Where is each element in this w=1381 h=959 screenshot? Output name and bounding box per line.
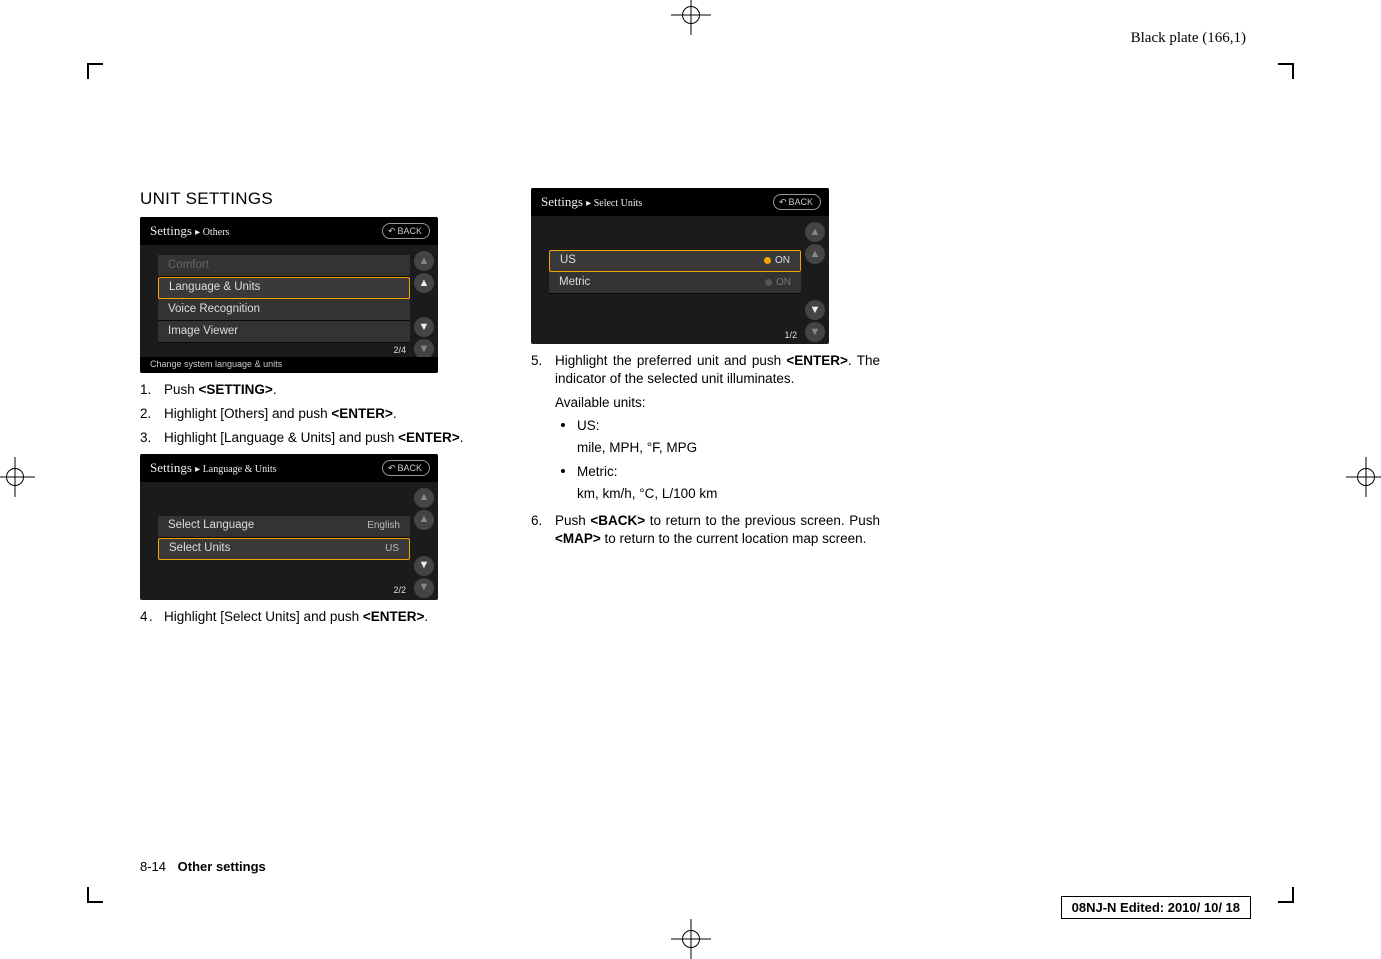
page-count: 2/2 [393,584,406,596]
unit-item: Metric: km, km/h, °C, L/100 km [555,463,880,503]
steps-list: Highlight the preferred unit and push <E… [531,352,880,548]
crop-mark-br [1278,887,1294,903]
step-item: Highlight the preferred unit and push <E… [531,352,880,504]
list-item: Select LanguageEnglish [158,516,410,538]
screenshot-header: Settings ▸ Language & Units ↶BACK [140,454,438,482]
registration-mark-right [1346,457,1381,497]
breadcrumb-main: Settings [150,223,192,238]
edition-stamp: 08NJ-N Edited: 2010/ 10/ 18 [1061,896,1251,919]
step-item: Highlight [Language & Units] and push <E… [140,429,489,447]
scroll-up-icon: ▲ [414,510,434,530]
scroll-up-icon: ▲ [805,244,825,264]
breadcrumb-main: Settings [541,194,583,209]
list-item: Image Viewer [158,321,410,343]
back-arrow-icon: ↶ [388,225,396,237]
back-button: ↶BACK [382,460,430,476]
crop-mark-tr [1278,63,1294,79]
list-item: USON [549,250,801,272]
column-right: Settings ▸ Select Units ↶BACK USON Metri… [531,188,880,632]
registration-mark-bottom [671,919,711,959]
scroll-down-icon: ▼ [414,578,434,598]
step-item: Push <BACK> to return to the previous sc… [531,512,880,548]
page-count: 1/2 [784,329,797,341]
section-name: Other settings [178,859,266,874]
steps-list: Highlight [Select Units] and push <ENTER… [140,608,489,626]
back-button: ↶BACK [382,223,430,239]
plate-label: Black plate (166,1) [1131,30,1246,47]
list-item: MetricON [549,272,801,294]
list-item: Language & Units [158,277,410,299]
step-item: Push <SETTING>. [140,381,489,399]
screenshot-select-units: Settings ▸ Select Units ↶BACK USON Metri… [531,188,829,344]
scroll-up-icon: ▲ [414,273,434,293]
screenshot-footer: Change system language & units [140,357,438,373]
crop-mark-tl [87,63,103,79]
page-count: 2/4 [393,344,406,356]
scroll-down-icon: ▼ [805,300,825,320]
page-footer: 8-14 Other settings [140,859,266,874]
radio-off-icon [765,279,772,286]
unit-list: US: mile, MPH, °F, MPG Metric: km, km/h,… [555,417,880,504]
column-left: UNIT SETTINGS Settings ▸ Others ↶BACK Co… [140,188,489,632]
back-arrow-icon: ↶ [779,196,787,208]
unit-item: US: mile, MPH, °F, MPG [555,417,880,457]
steps-list: Push <SETTING>. Highlight [Others] and p… [140,381,489,448]
back-button: ↶BACK [773,194,821,210]
section-title: UNIT SETTINGS [140,188,489,211]
scroll-down-icon: ▼ [805,322,825,342]
step-item: Highlight [Select Units] and push <ENTER… [140,608,489,626]
breadcrumb-sub: ▸ Others [195,227,229,238]
radio-on-icon [764,257,771,264]
scroll-down-icon: ▼ [414,317,434,337]
list-item: Select UnitsUS [158,538,410,560]
breadcrumb-sub: ▸ Select Units [586,198,642,209]
screenshot-header: Settings ▸ Others ↶BACK [140,217,438,245]
back-arrow-icon: ↶ [388,462,396,474]
registration-mark-left [0,457,35,497]
list-item: Voice Recognition [158,299,410,321]
scroll-up-icon: ▲ [414,488,434,508]
breadcrumb-main: Settings [150,460,192,475]
scroll-up-icon: ▲ [414,251,434,271]
scroll-down-icon: ▼ [414,556,434,576]
step-item: Highlight [Others] and push <ENTER>. [140,405,489,423]
available-units-label: Available units: [555,394,880,412]
screenshot-others: Settings ▸ Others ↶BACK Comfort Language… [140,217,438,373]
registration-mark-top [671,0,711,35]
scroll-up-icon: ▲ [805,222,825,242]
content-area: UNIT SETTINGS Settings ▸ Others ↶BACK Co… [140,188,880,632]
scroll-down-icon: ▼ [414,339,434,359]
breadcrumb-sub: ▸ Language & Units [195,464,276,475]
list-item: Comfort [158,255,410,277]
page-number: 8-14 [140,859,166,874]
screenshot-lang-units: Settings ▸ Language & Units ↶BACK Select… [140,454,438,600]
screenshot-header: Settings ▸ Select Units ↶BACK [531,188,829,216]
crop-mark-bl [87,887,103,903]
